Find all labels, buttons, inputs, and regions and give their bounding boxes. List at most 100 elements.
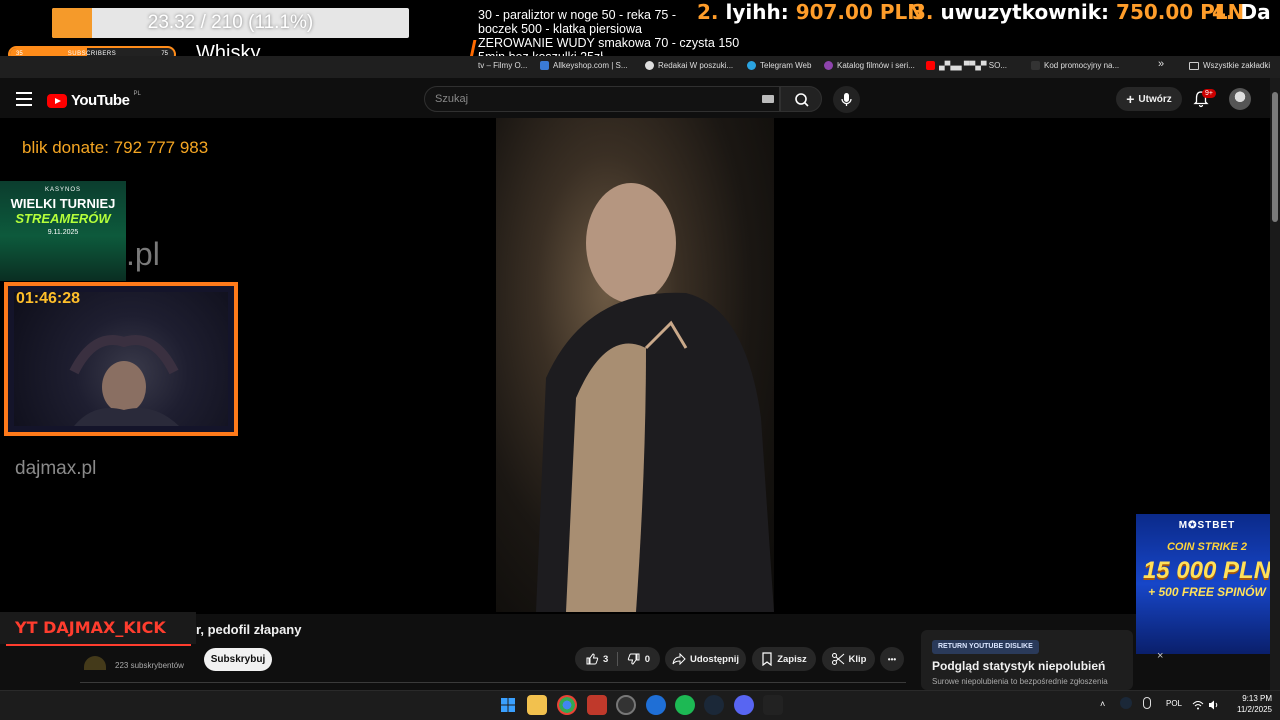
stream-timer: 01:46:28: [16, 290, 81, 307]
bookmark-favicon-icon: [1031, 61, 1040, 70]
clip-label: Klip: [848, 653, 867, 665]
bookmark-item[interactable]: Allkeyshop.com | S...: [540, 61, 628, 70]
hamburger-menu-icon[interactable]: [16, 92, 32, 106]
save-label: Zapisz: [777, 653, 807, 665]
subscribe-button[interactable]: Subskrybuj: [204, 648, 272, 671]
all-bookmarks-folder[interactable]: Wszystkie zakładki: [1189, 61, 1270, 70]
obs-icon[interactable]: [616, 695, 636, 715]
youtube-logo[interactable]: YouTube PL: [47, 90, 141, 109]
mostbet-brand: M✪STBET: [1178, 520, 1236, 531]
scrollbar-thumb[interactable]: [1272, 92, 1278, 222]
rtyd-subtitle: Surowe niepolubienia to bezpośrednie zgł…: [932, 677, 1108, 686]
save-button[interactable]: Zapisz: [752, 647, 816, 671]
file-explorer-icon[interactable]: [527, 695, 547, 715]
microphone-tray-icon[interactable]: [1143, 697, 1151, 709]
search-input[interactable]: Szukaj: [424, 86, 780, 112]
clip-button[interactable]: Klip: [822, 647, 875, 671]
casino-title: WIELKI TURNIEJ: [10, 196, 116, 211]
volume-icon[interactable]: [1208, 697, 1220, 710]
country-code: PL: [133, 90, 141, 97]
more-actions-button[interactable]: •••: [880, 647, 904, 671]
leaderboard-name: uwuzytkownik:: [940, 0, 1110, 24]
bookmarks-bar: tv – Filmy O... Allkeyshop.com | S... Re…: [0, 56, 1280, 78]
leaderboard-entry-2: 2. lyihh: 907.00 PLN: [697, 0, 924, 24]
dislike-count: 0: [644, 653, 650, 665]
voicemeeter-icon[interactable]: [587, 695, 607, 715]
system-clock[interactable]: 9:13 PM 11/2/2025: [1226, 693, 1272, 715]
kick-app-icon[interactable]: [763, 695, 783, 715]
channel-tag: YT DAJMAX_KICK: [0, 612, 196, 644]
chrome-icon[interactable]: [557, 695, 577, 715]
donation-goal-text: 23.32 / 210 (11.1%): [147, 12, 314, 33]
discord-icon[interactable]: [734, 695, 754, 715]
bookmark-item[interactable]: Telegram Web: [747, 61, 811, 70]
wifi-icon[interactable]: [1192, 697, 1204, 710]
folder-icon: [1189, 61, 1199, 70]
webcam-person-image: [69, 335, 179, 426]
bookmark-label: Telegram Web: [760, 61, 812, 70]
share-button[interactable]: Udostępnij: [665, 647, 746, 671]
youtube-play-icon: [47, 93, 67, 108]
tray-overflow-icon[interactable]: ˄: [1100, 699, 1105, 709]
rtyd-badge: RETURN YOUTUBE DISLIKE: [932, 640, 1039, 654]
share-label: Udostępnij: [689, 653, 740, 665]
windows-start-icon[interactable]: [498, 695, 518, 715]
blik-donate-text: blik donate: 792 777 983: [22, 138, 209, 157]
search-icon: [795, 93, 809, 107]
youtube-icon: [926, 61, 935, 70]
subscriber-count: 223 subskrybentów: [115, 661, 184, 670]
close-ad-button[interactable]: ×: [1157, 650, 1163, 662]
account-avatar[interactable]: [1229, 88, 1251, 110]
language-indicator[interactable]: POL: [1166, 699, 1182, 708]
youtube-wordmark: YouTube: [71, 92, 130, 109]
ccleaner-icon[interactable]: [646, 695, 666, 715]
bookmark-label: Allkeyshop.com | S...: [553, 61, 628, 70]
bookmark-label: Wszystkie zakładki: [1203, 61, 1271, 70]
mostbet-game: COIN STRIKE 2: [1166, 541, 1248, 553]
bookmark-item[interactable]: ▄▀▄▄ ▀▀▄▀ SO...: [926, 61, 1007, 70]
like-divider: [617, 652, 618, 666]
bookmark-item[interactable]: Kod promocyjny na...: [1031, 61, 1119, 70]
bookmark-label: tv – Filmy O...: [478, 61, 528, 70]
price-line: boczek 500 - klatka piersiowa: [478, 22, 642, 36]
casino-subtitle: STREAMERÓW: [15, 211, 111, 226]
spotify-icon[interactable]: [675, 695, 695, 715]
bookmark-label: ▄▀▄▄ ▀▀▄▀ SO...: [939, 61, 1008, 70]
create-button[interactable]: + Utwórz: [1116, 87, 1182, 111]
search-button[interactable]: [780, 86, 822, 112]
leaderboard-rank: 2.: [697, 0, 719, 24]
dislike-button[interactable]: 0: [627, 652, 650, 666]
scissors-icon: [831, 653, 844, 665]
share-icon: [672, 653, 686, 665]
windows-taskbar: [0, 690, 1280, 720]
site-watermark: dajmax.pl: [15, 458, 97, 479]
bookmark-item[interactable]: Katalog filmów i seri...: [824, 61, 915, 70]
steam-icon[interactable]: [704, 695, 724, 715]
mostbet-amount: 15 000 PLN: [1142, 557, 1272, 584]
bookmark-favicon-icon: [824, 61, 833, 70]
like-count: 3: [603, 653, 609, 665]
bookmark-item[interactable]: tv – Filmy O...: [478, 61, 527, 70]
voice-search-button[interactable]: [833, 86, 860, 113]
bookmark-item[interactable]: Redakai W poszuki...: [645, 61, 733, 70]
leaderboard-amount: 907.00 PLN: [795, 0, 924, 24]
keyboard-icon[interactable]: [762, 95, 774, 103]
create-label: Utwórz: [1138, 93, 1172, 105]
thumbs-up-icon: [586, 653, 599, 665]
mostbet-ad[interactable]: M✪STBET COIN STRIKE 2 15 000 PLN + 500 F…: [1136, 514, 1278, 654]
channel-avatar[interactable]: [84, 656, 106, 670]
like-button[interactable]: 3: [585, 652, 608, 666]
leaderboard-entry-4: 4. Da: [1212, 0, 1271, 24]
clock-time: 9:13 PM: [1242, 694, 1272, 703]
video-frame[interactable]: [496, 118, 774, 612]
leaderboard-entry-3: 3. uwuzytkownik: 750.00 PLN: [912, 0, 1244, 24]
bookmarks-overflow-button[interactable]: »: [1158, 58, 1164, 70]
channel-tag-underline: [6, 644, 191, 646]
search-placeholder: Szukaj: [435, 93, 469, 105]
leaderboard-name: lyihh:: [725, 0, 789, 24]
bookmark-favicon-icon: [645, 61, 654, 70]
steam-tray-icon[interactable]: [1120, 697, 1132, 709]
donation-goal-bar: 23.32 / 210 (11.1%): [52, 8, 409, 38]
clock-date: 11/2/2025: [1237, 705, 1272, 714]
video-title: r, pedofil złapany: [196, 622, 302, 637]
